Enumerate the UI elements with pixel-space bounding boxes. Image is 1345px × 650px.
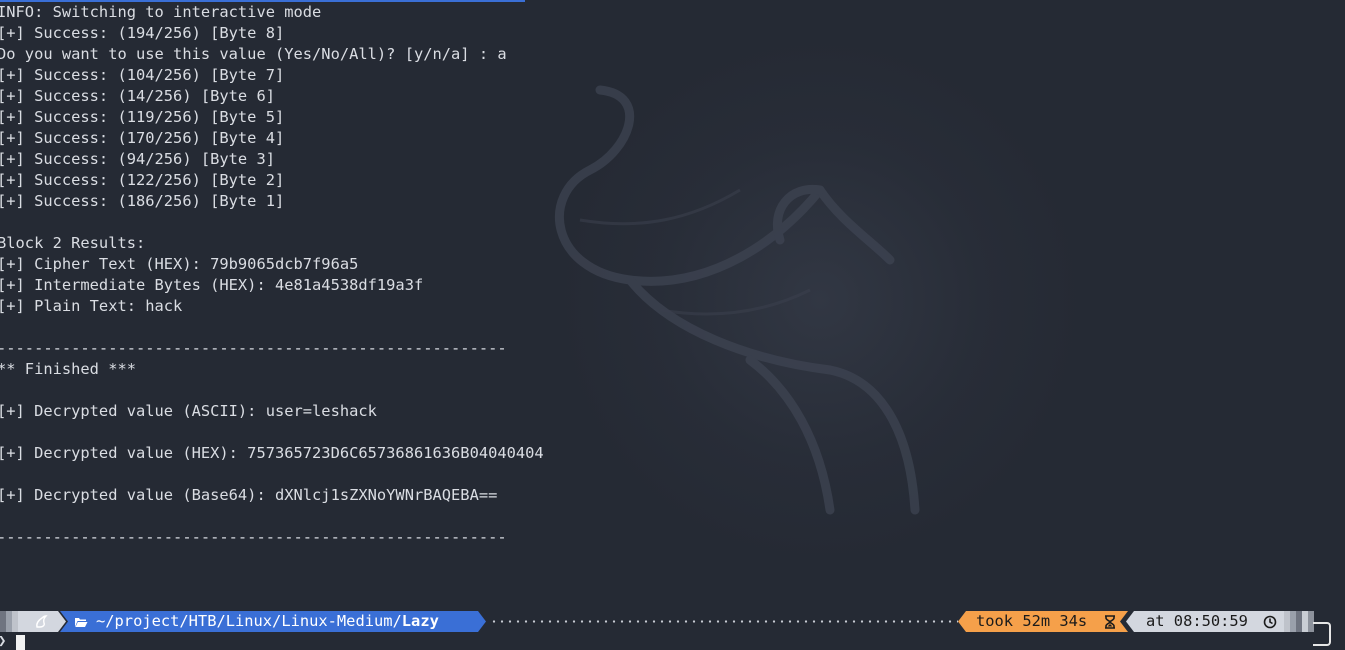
terminal-line: ----------------------------------------…	[0, 339, 507, 357]
terminal-line: [+] Success: (104/256) [Byte 7]	[0, 66, 285, 84]
terminal-line: [+] Success: (94/256) [Byte 3]	[0, 150, 275, 168]
hourglass-icon	[1105, 615, 1115, 629]
terminal-line: [+] Cipher Text (HEX): 79b9065dcb7f96a5	[0, 255, 359, 273]
terminal-line: [+] Success: (14/256) [Byte 6]	[0, 87, 275, 105]
prompt-filler-dots	[488, 611, 958, 632]
terminal-line: Do you want to use this value (Yes/No/Al…	[0, 45, 507, 63]
terminal-line: [+] Plain Text: hack	[0, 297, 183, 315]
clock-icon	[1263, 615, 1277, 629]
kali-dragon-icon	[36, 615, 48, 628]
prompt-status-bar: ~/project/HTB/Linux/Linux-Medium/Lazy to…	[0, 611, 1345, 632]
terminal-line: ----------------------------------------…	[0, 528, 507, 546]
kali-dragon-wallpaper-icon	[554, 85, 920, 515]
terminal-line: [+] Success: (194/256) [Byte 8]	[0, 24, 285, 42]
prompt-right-frame	[1313, 622, 1331, 646]
wallpaper-glow	[560, 40, 1080, 560]
directory-current-name: Lazy	[401, 612, 439, 630]
folder-open-icon	[75, 618, 88, 627]
directory-path-prefix: ~/project/HTB/Linux/Linux-Medium/	[96, 612, 402, 630]
command-input-line[interactable]: ❯	[0, 632, 1345, 650]
terminal-line: [+] Decrypted value (ASCII): user=leshac…	[0, 402, 377, 420]
terminal-line: [+] Success: (119/256) [Byte 5]	[0, 108, 285, 126]
prompt-symbol: ❯	[0, 632, 6, 650]
terminal-line: [+] Intermediate Bytes (HEX): 4e81a4538d…	[0, 276, 424, 294]
command-duration: took 52m 34s	[976, 612, 1088, 630]
terminal-line: [+] Success: (170/256) [Byte 4]	[0, 129, 285, 147]
current-directory: ~/project/HTB/Linux/Linux-Medium/Lazy	[96, 611, 439, 632]
terminal-line: [+] Success: (186/256) [Byte 1]	[0, 192, 285, 210]
command-timestamp: at 08:50:59	[1146, 612, 1248, 630]
terminal-line: Block 2 Results:	[0, 234, 146, 252]
text-cursor	[16, 635, 25, 650]
terminal-line: [+] Decrypted value (HEX): 757365723D6C6…	[0, 444, 544, 462]
terminal-output: INFO: Switching to interactive mode [+] S…	[0, 2, 544, 548]
terminal-line: [+] Decrypted value (Base64): dXNlcj1sZX…	[0, 486, 498, 504]
terminal-line: [+] Success: (122/256) [Byte 2]	[0, 171, 285, 189]
terminal-line: ** Finished ***	[0, 360, 136, 378]
terminal-line: INFO: Switching to interactive mode	[0, 3, 322, 21]
